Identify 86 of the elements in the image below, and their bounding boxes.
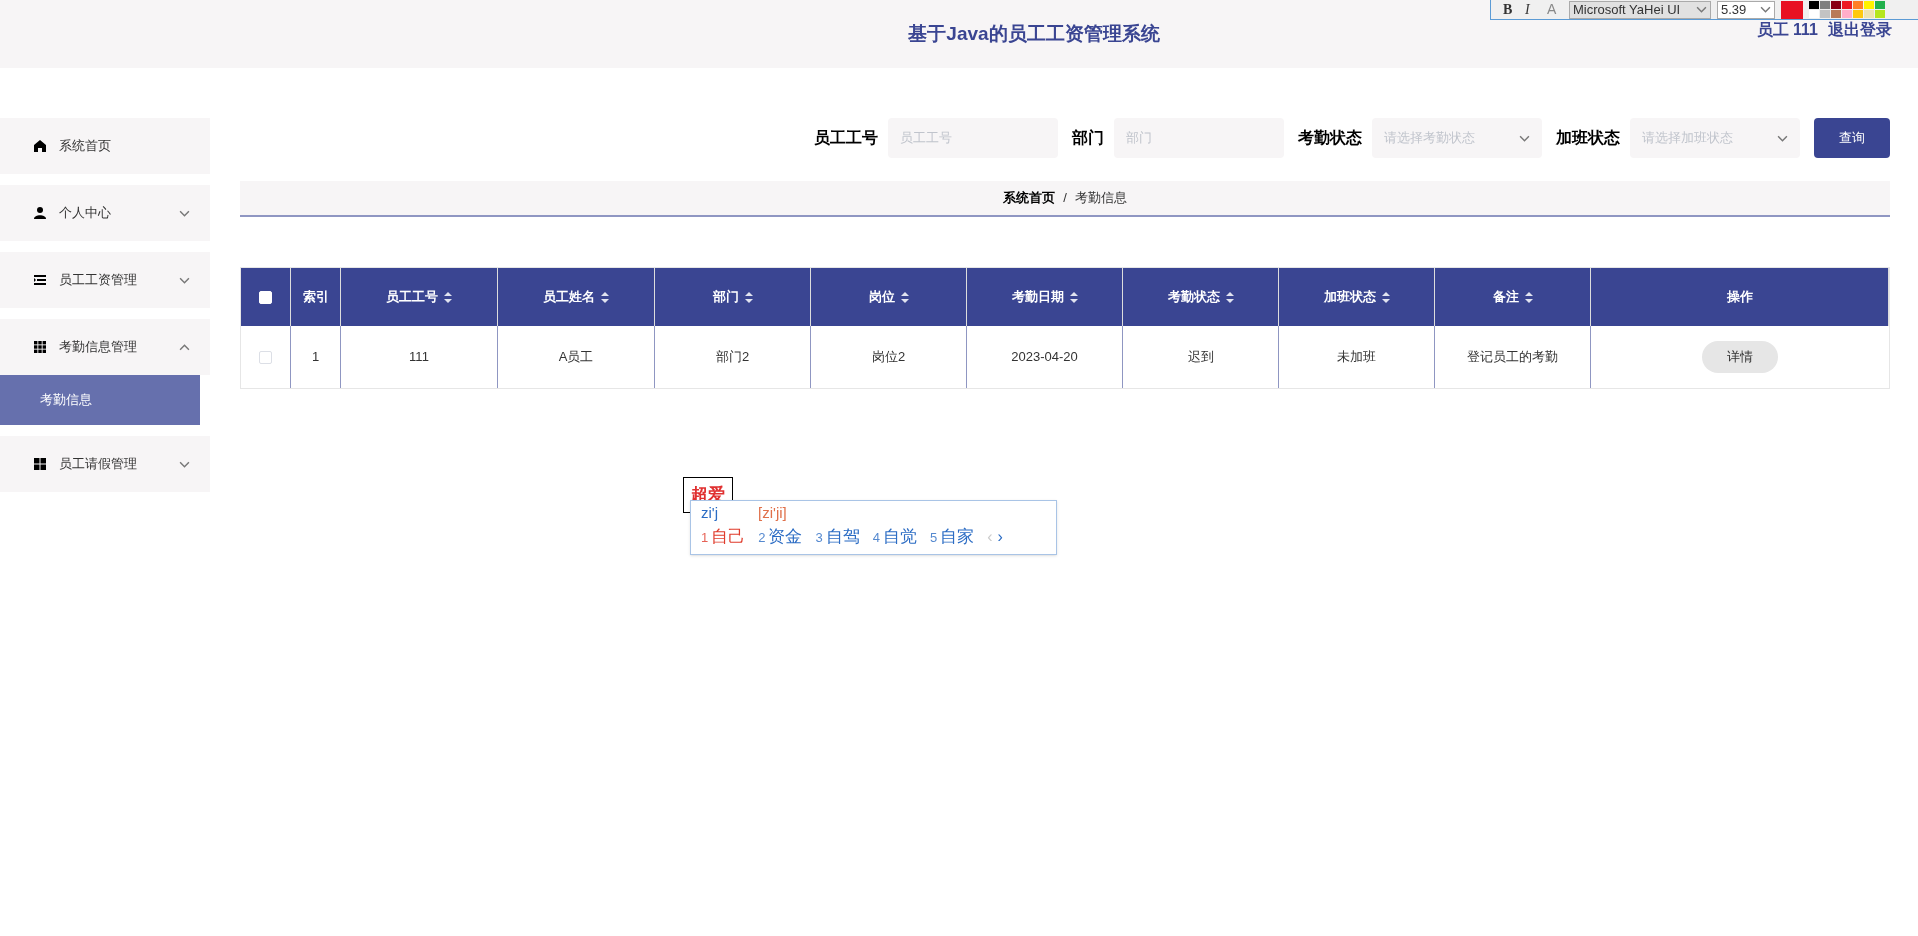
column-header[interactable]: 员工姓名 xyxy=(498,268,655,326)
color-swatch[interactable] xyxy=(1853,10,1863,18)
sort-icon[interactable] xyxy=(601,291,609,303)
color-swatch[interactable] xyxy=(1875,1,1885,9)
sort-icon[interactable] xyxy=(744,291,753,303)
row-checkbox[interactable] xyxy=(259,350,272,364)
color-swatch[interactable] xyxy=(1820,1,1830,9)
table-cell: 登记员工的考勤 xyxy=(1435,326,1591,388)
font-select[interactable]: Microsoft YaHei UI xyxy=(1569,0,1711,19)
column-header: 索引 xyxy=(291,268,341,326)
ime-candidate[interactable]: 5 自家 xyxy=(929,524,975,550)
color-swatch[interactable] xyxy=(1809,10,1819,18)
chevron-down-icon xyxy=(1519,134,1530,142)
chevron-down-icon xyxy=(179,276,190,284)
sidebar-item[interactable]: 个人中心 xyxy=(0,185,210,241)
table-cell: 111 xyxy=(341,326,498,388)
sidebar-item[interactable]: 员工工资管理 xyxy=(0,252,210,308)
table-cell: 1 xyxy=(291,326,341,388)
grid-icon xyxy=(33,457,47,471)
details-button[interactable]: 详情 xyxy=(1702,341,1778,373)
sidebar-item[interactable]: 系统首页 xyxy=(0,118,210,174)
sort-icon[interactable] xyxy=(1069,291,1078,303)
breadcrumb-link[interactable]: 系统首页 xyxy=(1003,188,1056,208)
chevron-down-icon xyxy=(1696,6,1707,13)
current-color[interactable] xyxy=(1781,0,1803,19)
color-swatch[interactable] xyxy=(1853,1,1863,9)
chevron-down-icon xyxy=(1760,6,1771,13)
search-button[interactable]: 查询 xyxy=(1814,118,1890,158)
chevron-down-icon xyxy=(179,460,190,468)
sidebar-subitem[interactable]: 考勤信息 xyxy=(0,375,200,425)
select-all-checkbox[interactable] xyxy=(259,290,272,304)
color-swatch[interactable] xyxy=(1831,1,1841,9)
column-header[interactable]: 员工工号 xyxy=(341,268,498,326)
column-header[interactable]: 部门 xyxy=(655,268,811,326)
bold-button[interactable]: B xyxy=(1503,0,1519,19)
ime-candidate[interactable]: 2 资金 xyxy=(758,524,803,550)
color-swatch[interactable] xyxy=(1875,10,1885,18)
table-cell: A员工 xyxy=(498,326,655,388)
sort-icon[interactable] xyxy=(1225,291,1234,303)
color-swatch[interactable] xyxy=(1820,10,1830,18)
ime-next[interactable]: › xyxy=(997,525,1003,549)
grid-icon xyxy=(33,340,47,354)
size-select[interactable]: 5.39 xyxy=(1717,0,1775,19)
italic-button[interactable]: I xyxy=(1525,0,1541,19)
field-label: 加班状态 xyxy=(1556,128,1620,148)
color-swatch[interactable] xyxy=(1842,10,1852,18)
field-label: 考勤状态 xyxy=(1298,128,1362,148)
logout-link[interactable]: 退出登录 xyxy=(1828,18,1892,42)
sort-icon[interactable] xyxy=(1524,291,1533,303)
app-title: 基于Java的员工工资管理系统 xyxy=(908,21,1160,46)
column-header[interactable]: 加班状态 xyxy=(1279,268,1435,326)
table-cell: 迟到 xyxy=(1123,326,1279,388)
column-header[interactable]: 考勤日期 xyxy=(967,268,1123,326)
table-cell: 2023-04-20 xyxy=(967,326,1123,388)
person-icon xyxy=(33,206,47,220)
ime-candidate[interactable]: 1 自己 xyxy=(701,524,746,550)
sidebar-item[interactable]: 员工请假管理 xyxy=(0,436,210,492)
column-header[interactable]: 岗位 xyxy=(811,268,967,326)
color-swatch[interactable] xyxy=(1864,10,1874,18)
table-cell: 岗位2 xyxy=(811,326,967,388)
column-header: 操作 xyxy=(1591,268,1889,326)
list-icon xyxy=(33,273,47,287)
sidebar-item[interactable]: 考勤信息管理 xyxy=(0,319,210,375)
color-swatch[interactable] xyxy=(1809,1,1819,9)
chevron-up-icon xyxy=(179,343,190,351)
breadcrumb-current: 考勤信息 xyxy=(1074,189,1127,208)
ime-pinyin: [zi'ji] xyxy=(758,502,787,523)
ime-candidate[interactable]: 3 自驾 xyxy=(815,524,860,550)
home-icon xyxy=(33,139,47,153)
column-header[interactable]: 备注 xyxy=(1435,268,1591,326)
color-swatch[interactable] xyxy=(1831,10,1841,18)
field-label: 部门 xyxy=(1072,128,1104,148)
sort-icon[interactable] xyxy=(900,291,909,303)
column-header[interactable]: 考勤状态 xyxy=(1123,268,1279,326)
field-label: 员工工号 xyxy=(814,128,878,148)
color-swatch[interactable] xyxy=(1842,1,1852,9)
sort-icon[interactable] xyxy=(1381,291,1390,303)
table-cell: 部门2 xyxy=(655,326,811,388)
chevron-down-icon xyxy=(179,209,190,217)
ime-candidate[interactable]: 4 自觉 xyxy=(872,524,917,550)
color-swatch[interactable] xyxy=(1864,1,1874,9)
chevron-down-icon xyxy=(1777,134,1788,142)
table-cell: 未加班 xyxy=(1279,326,1435,388)
sort-icon[interactable] xyxy=(444,291,452,303)
user-name: 员工 111 xyxy=(1756,20,1818,40)
breadcrumb-separator: / xyxy=(1063,189,1067,208)
